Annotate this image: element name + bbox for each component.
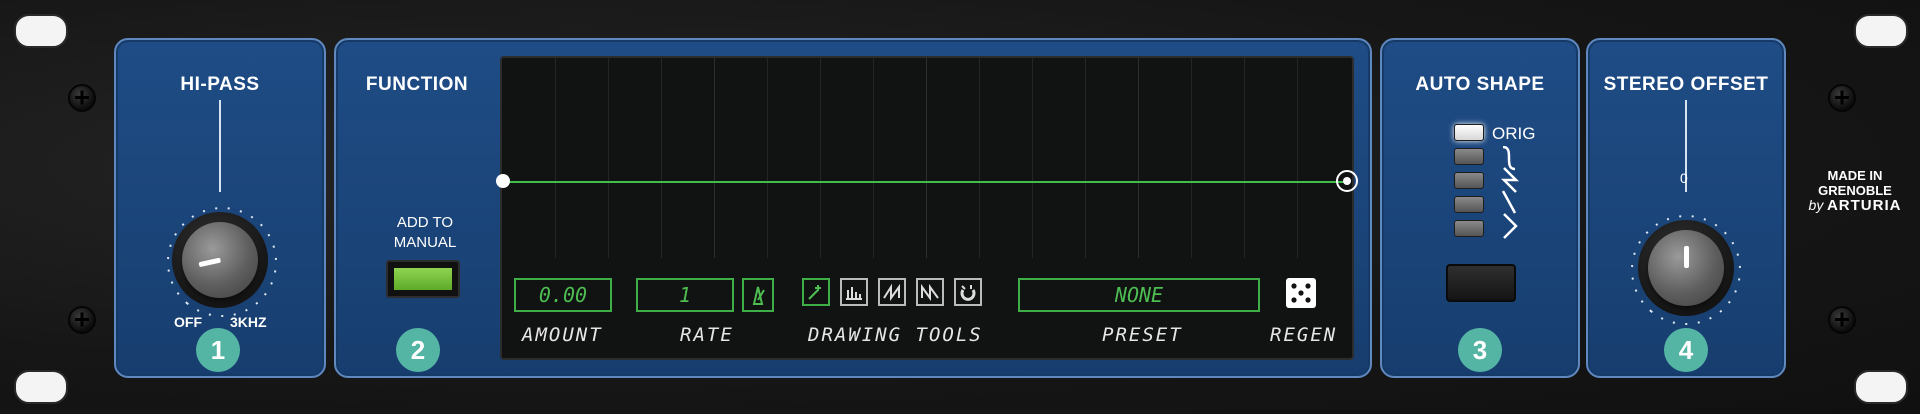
add-to-manual-label-2: MANUAL <box>393 234 457 251</box>
auto-shape-option-5[interactable] <box>1454 220 1484 237</box>
tool-steps-button[interactable] <box>840 278 868 306</box>
curve-start-handle[interactable] <box>496 174 510 188</box>
hipass-max-label: 3KHZ <box>230 314 267 330</box>
tool-draw-add-button[interactable] <box>802 278 830 306</box>
rack-chassis: HI-PASS OFF 3KHZ 1 FUNCTION ADD TO MANUA… <box>0 0 1920 414</box>
brand-label: MADE IN GRENOBLE by ARTURIA <box>1800 168 1910 213</box>
stereo-offset-knob-pointer <box>1684 246 1689 268</box>
amount-value[interactable]: 0.00 <box>514 278 612 312</box>
function-title: FUNCTION <box>365 74 469 95</box>
saw-wave-icon <box>883 283 900 302</box>
grid-line <box>608 58 609 258</box>
hipass-knob-pointer <box>198 257 222 268</box>
auto-shape-option-3[interactable] <box>1454 172 1484 189</box>
magnet-icon <box>960 285 976 301</box>
function-display: 0.00 AMOUNT 1 RATE DRAWING TOOLS NONE PR… <box>496 56 1358 360</box>
grid-line <box>1297 58 1298 258</box>
tool-saw-button[interactable] <box>878 278 906 306</box>
hipass-title: HI-PASS <box>180 74 260 95</box>
function-badge: 2 <box>396 328 440 372</box>
auto-shape-option-2[interactable] <box>1454 148 1484 165</box>
hipass-guide-line <box>219 100 221 192</box>
auto-shape-curve-icons <box>1500 146 1520 239</box>
rack-slot-bottom-right <box>1854 370 1908 404</box>
auto-shape-panel: AUTO SHAPE ORIG 3 <box>1380 38 1580 378</box>
screw-icon <box>1828 306 1856 334</box>
regen-label: REGEN <box>1270 324 1338 346</box>
grid-line <box>979 58 980 258</box>
grid-line <box>820 58 821 258</box>
amount-label: AMOUNT <box>522 324 603 346</box>
add-to-manual-button[interactable] <box>386 260 460 298</box>
draw-add-icon <box>808 285 821 300</box>
brand-logo: ARTURIA <box>1826 197 1902 214</box>
regen-button[interactable] <box>1286 278 1316 308</box>
steps-bars-icon <box>846 287 862 300</box>
dice-icon <box>1291 283 1311 303</box>
grid-line <box>1244 58 1245 258</box>
rate-sync-button[interactable] <box>742 278 774 312</box>
tool-magnet-button[interactable] <box>954 278 982 306</box>
auto-shape-title: AUTO SHAPE <box>1415 74 1545 95</box>
screw-icon <box>68 84 96 112</box>
auto-shape-button[interactable] <box>1446 264 1516 302</box>
auto-shape-orig-label: ORIG <box>1492 124 1536 143</box>
rack-slot-top-right <box>1854 14 1908 48</box>
stereo-offset-value: 0 <box>1680 170 1688 186</box>
auto-shape-badge: 3 <box>1458 328 1502 372</box>
preset-value[interactable]: NONE <box>1018 278 1260 312</box>
grid-line <box>555 58 556 258</box>
grid-line <box>1191 58 1192 258</box>
grid-line <box>926 58 927 258</box>
grid-line <box>1138 58 1139 258</box>
hipass-badge: 1 <box>196 328 240 372</box>
function-curve-line[interactable] <box>506 181 1346 183</box>
grid-line <box>661 58 662 258</box>
preset-label: PRESET <box>1102 324 1183 346</box>
rate-value[interactable]: 1 <box>636 278 734 312</box>
auto-shape-option-4[interactable] <box>1454 196 1484 213</box>
stereo-offset-panel: STEREO OFFSET 0 4 <box>1586 38 1786 378</box>
curve-end-handle[interactable] <box>1336 170 1358 192</box>
stereo-offset-knob[interactable] <box>1648 230 1724 306</box>
auto-shape-option-orig[interactable] <box>1454 124 1484 141</box>
grid-line <box>714 58 715 258</box>
hipass-panel: HI-PASS OFF 3KHZ 1 <box>114 38 326 378</box>
brand-line2: GRENOBLE <box>1818 183 1892 198</box>
grid-line <box>1085 58 1086 258</box>
hipass-knob[interactable] <box>182 222 258 298</box>
brand-line1: MADE IN <box>1827 168 1883 183</box>
screw-icon <box>1828 84 1856 112</box>
rate-label: RATE <box>680 324 734 346</box>
stereo-offset-badge: 4 <box>1664 328 1708 372</box>
grid-line <box>767 58 768 258</box>
grid-line <box>873 58 874 258</box>
metronome-icon <box>752 286 765 305</box>
screw-icon <box>68 306 96 334</box>
add-to-manual-led <box>394 268 452 290</box>
tool-ramp-button[interactable] <box>916 278 944 306</box>
grid-line <box>1032 58 1033 258</box>
add-to-manual-label-1: ADD TO <box>396 214 454 231</box>
rack-slot-bottom-left <box>14 370 68 404</box>
rack-slot-top-left <box>14 14 68 48</box>
drawing-tools-label: DRAWING TOOLS <box>808 324 983 346</box>
brand-by: by <box>1808 197 1824 213</box>
hipass-min-label: OFF <box>174 314 202 330</box>
stereo-offset-title: STEREO OFFSET <box>1603 74 1769 95</box>
ramp-wave-icon <box>921 283 939 302</box>
